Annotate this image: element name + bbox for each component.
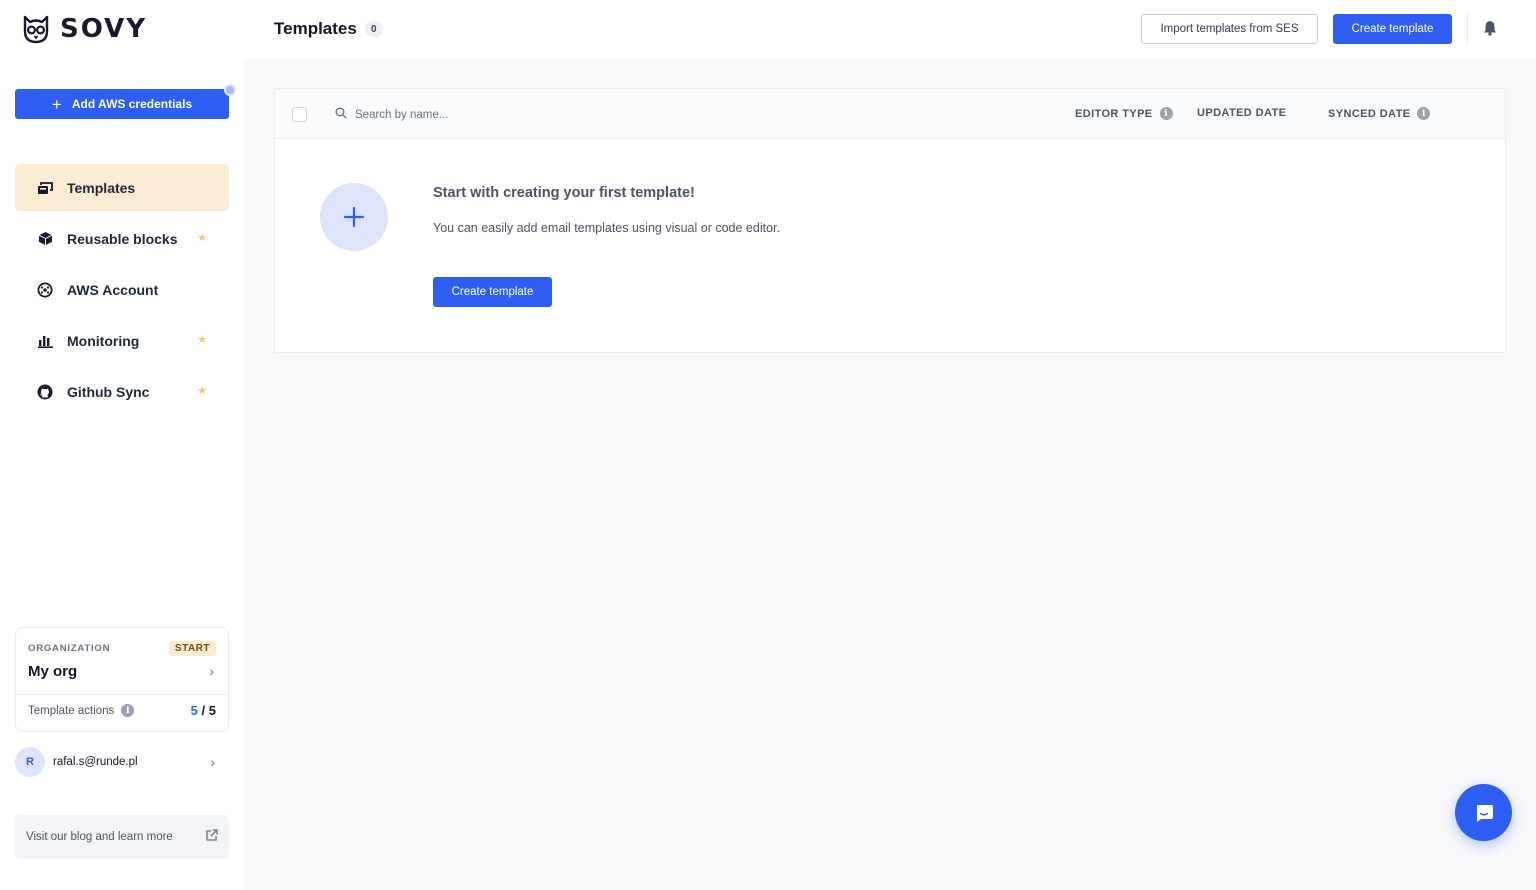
- create-template-button[interactable]: Create template: [1333, 14, 1452, 44]
- plus-icon: +: [51, 94, 62, 114]
- bell-icon[interactable]: [1483, 20, 1497, 41]
- sidebar-item-label: Reusable blocks: [67, 230, 178, 247]
- cube-icon: [37, 231, 53, 247]
- info-icon[interactable]: i: [121, 704, 135, 717]
- column-header-label: EDITOR TYPE: [1075, 107, 1153, 120]
- bar-chart-icon: [37, 333, 53, 349]
- templates-table: EDITOR TYPE i UPDATED DATE SYNCED DATE i…: [274, 88, 1506, 353]
- chevron-right-icon[interactable]: ›: [209, 663, 214, 679]
- template-actions-used: 5: [190, 703, 198, 718]
- template-actions: Template actions i: [28, 704, 135, 717]
- organization-name: My org: [28, 663, 78, 680]
- add-aws-credentials-label: Add AWS credentials: [71, 97, 193, 111]
- sidebar-item-templates[interactable]: Templates: [15, 164, 229, 211]
- star-icon: ★: [197, 232, 207, 244]
- chat-icon: [1476, 804, 1493, 822]
- template-actions-total: / 5: [201, 703, 216, 718]
- brand-name: SOVY: [60, 14, 148, 44]
- github-icon: [37, 384, 53, 400]
- search-input[interactable]: [355, 109, 555, 121]
- sidebar-item-monitoring[interactable]: Monitoring ★: [15, 317, 229, 364]
- templates-icon: [37, 180, 53, 196]
- import-templates-button[interactable]: Import templates from SES: [1141, 14, 1318, 44]
- info-icon[interactable]: i: [1417, 107, 1431, 120]
- sidebar-item-label: Templates: [67, 179, 136, 196]
- column-header-label: SYNCED DATE: [1328, 107, 1411, 120]
- aws-account-icon: [37, 282, 53, 298]
- user-email: rafal.s@runde.pl: [53, 756, 138, 768]
- info-icon[interactable]: i: [1159, 107, 1173, 120]
- sidebar-nav: Templates Reusable blocks ★ AWS Account …: [15, 164, 229, 419]
- column-synced-date[interactable]: SYNCED DATE i: [1328, 107, 1431, 120]
- sidebar-item-github-sync[interactable]: Github Sync ★: [15, 368, 229, 415]
- brand-logo[interactable]: SOVY: [22, 14, 147, 44]
- sidebar-item-label: Monitoring: [67, 332, 140, 349]
- empty-state-title: Start with creating your first template!: [433, 185, 695, 201]
- column-editor-type[interactable]: EDITOR TYPE i: [1075, 107, 1173, 120]
- divider: [1467, 14, 1468, 44]
- column-header-label: UPDATED DATE: [1197, 107, 1287, 119]
- plus-icon: [343, 206, 365, 228]
- avatar: R: [15, 747, 45, 777]
- user-menu[interactable]: R rafal.s@runde.pl ›: [15, 747, 229, 777]
- empty-state-plus[interactable]: [320, 183, 388, 251]
- divider: [16, 694, 228, 695]
- star-icon: ★: [197, 385, 207, 397]
- template-actions-label: Template actions: [28, 704, 115, 717]
- blog-link[interactable]: Visit our blog and learn more: [15, 815, 229, 859]
- sidebar: SOVY + Add AWS credentials Templates Reu…: [0, 0, 244, 890]
- template-actions-count: 5 / 5: [191, 703, 216, 718]
- top-bar: Templates 0 Import templates from SES Cr…: [244, 0, 1536, 58]
- search-icon: [335, 106, 347, 124]
- empty-state-description: You can easily add email templates using…: [433, 221, 780, 235]
- sidebar-item-aws-account[interactable]: AWS Account: [15, 266, 229, 313]
- add-aws-credentials-button[interactable]: + Add AWS credentials: [15, 89, 229, 119]
- select-all-checkbox[interactable]: [292, 107, 307, 122]
- page-title-text: Templates: [274, 19, 357, 38]
- organization-label: ORGANIZATION: [28, 643, 111, 654]
- column-updated-date[interactable]: UPDATED DATE: [1197, 107, 1286, 119]
- organization-card[interactable]: ORGANIZATION START My org › Template act…: [15, 627, 229, 732]
- external-link-icon: [205, 829, 218, 845]
- star-icon: ★: [197, 334, 207, 346]
- owl-logo-icon: [23, 15, 49, 44]
- page-title: Templates 0: [274, 19, 383, 39]
- blog-link-label: Visit our blog and learn more: [26, 831, 173, 843]
- sidebar-item-label: AWS Account: [67, 281, 159, 298]
- chevron-right-icon: ›: [210, 754, 215, 770]
- search: [335, 106, 555, 124]
- chat-button[interactable]: [1455, 784, 1512, 841]
- notification-dot-icon: [224, 84, 236, 96]
- plan-badge: START: [168, 641, 216, 656]
- sidebar-item-reusable-blocks[interactable]: Reusable blocks ★: [15, 215, 229, 262]
- templates-count-badge: 0: [364, 21, 383, 37]
- empty-state-create-template-button[interactable]: Create template: [433, 277, 552, 307]
- sidebar-item-label: Github Sync: [67, 383, 150, 400]
- table-header: EDITOR TYPE i UPDATED DATE SYNCED DATE i: [275, 89, 1505, 139]
